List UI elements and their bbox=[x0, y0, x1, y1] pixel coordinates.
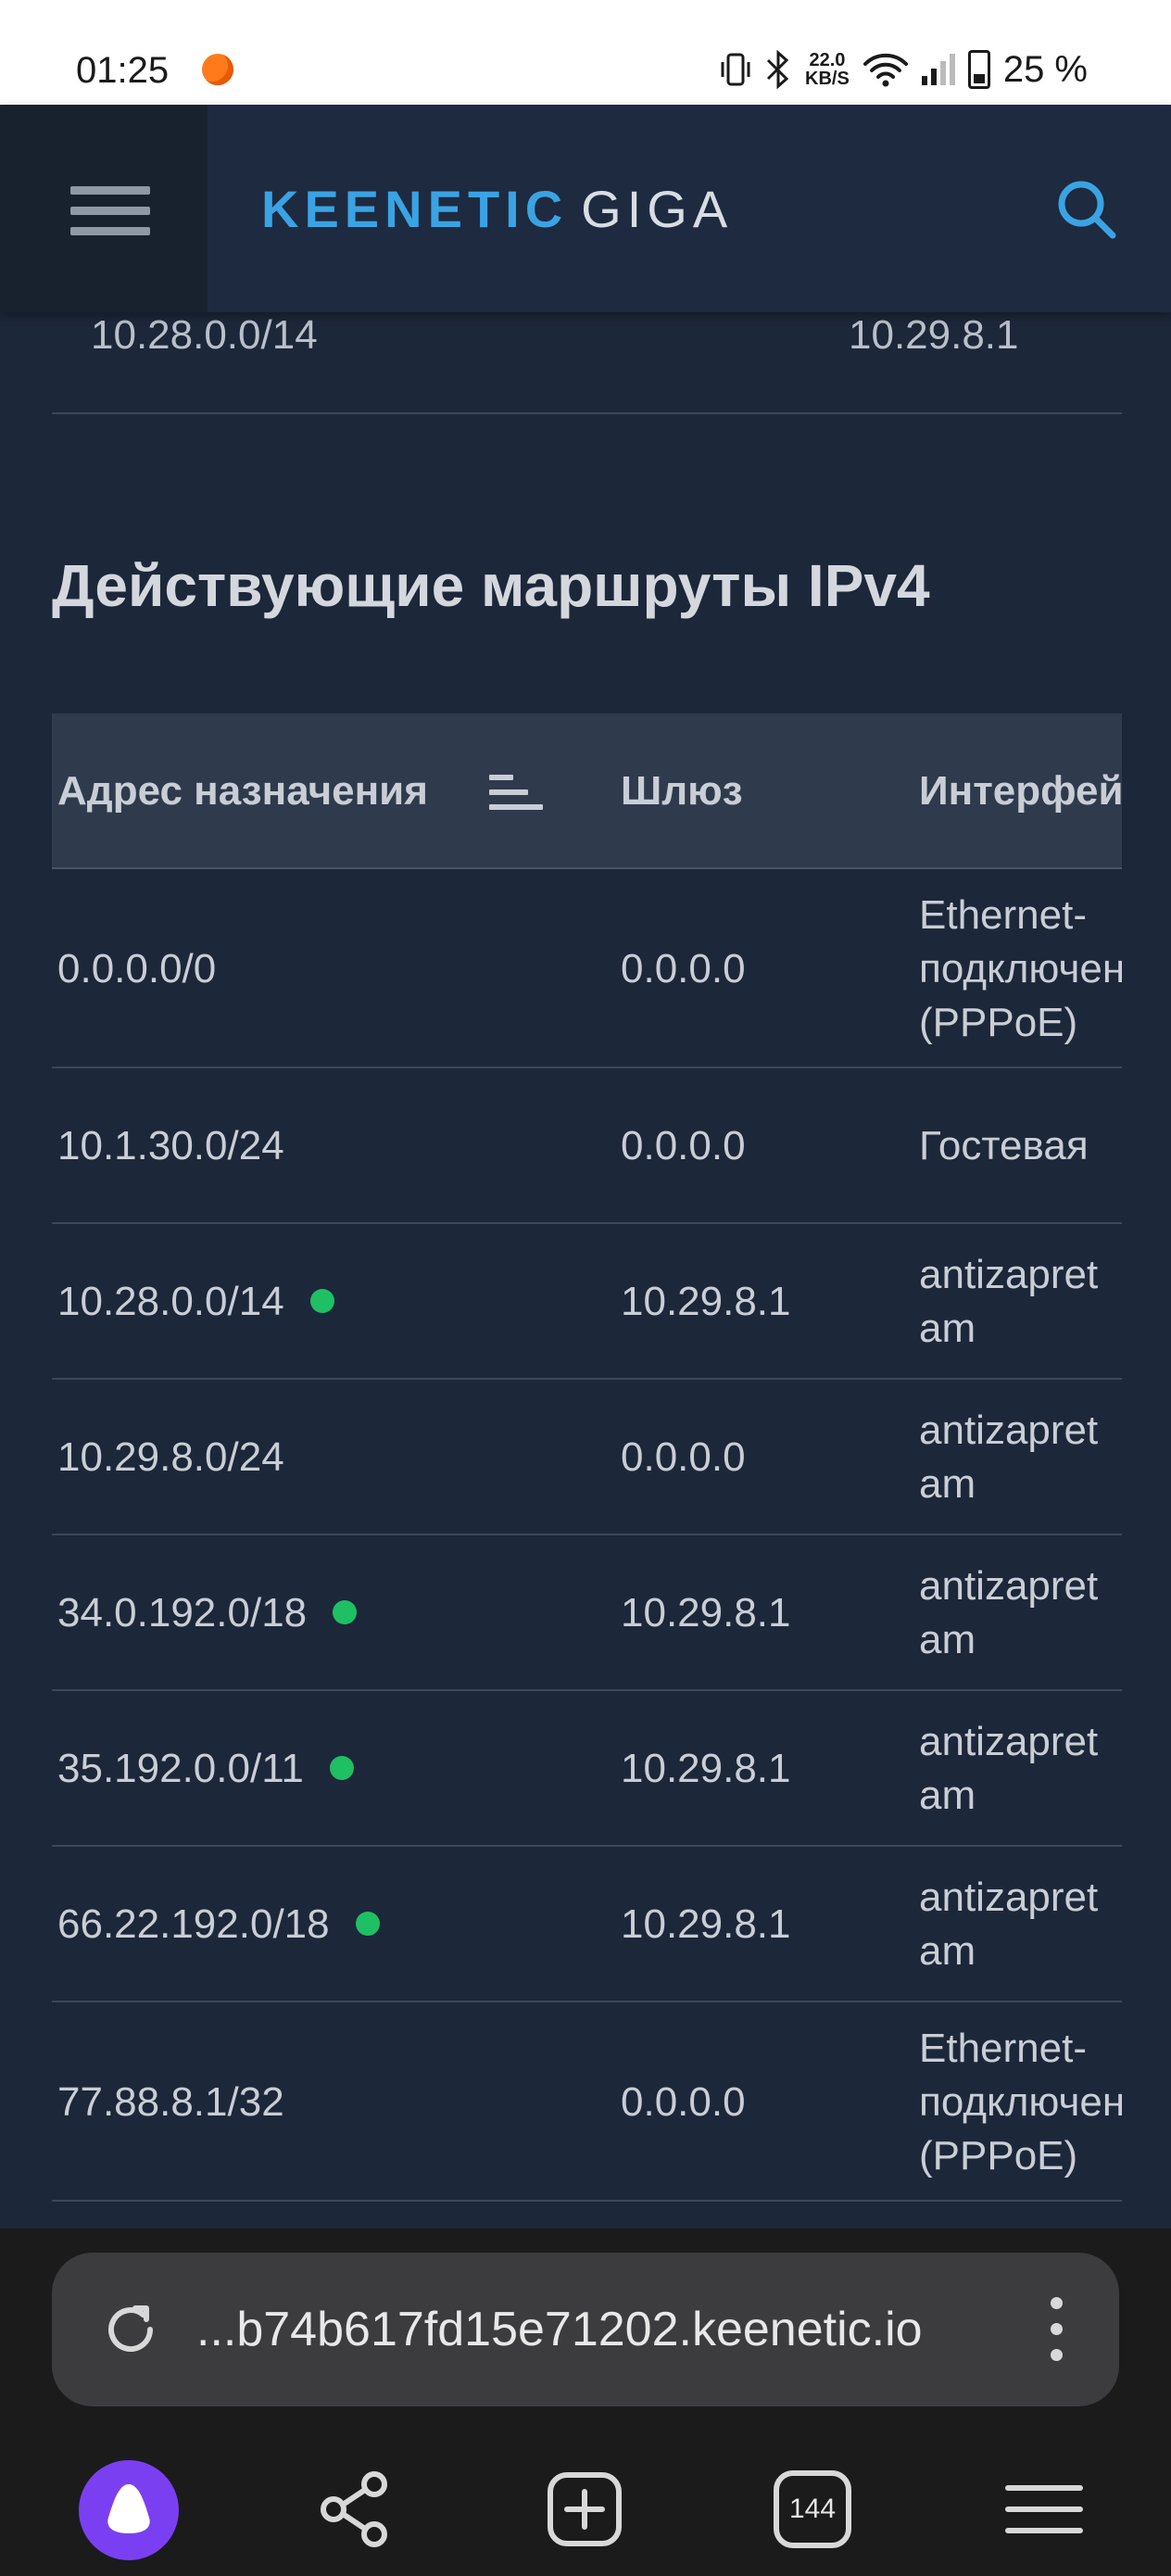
browser-nav: 144 bbox=[0, 2460, 1171, 2571]
route-interface: antizapret am bbox=[919, 1875, 1099, 1974]
table-row[interactable]: 10.28.0.0/14 10.29.8.1 antizapret am bbox=[52, 1224, 1122, 1380]
share-icon[interactable] bbox=[313, 2468, 397, 2551]
column-header-interface[interactable]: Интерфейс bbox=[919, 713, 1122, 869]
brand-model: GIGA bbox=[581, 180, 734, 238]
table-row[interactable]: 66.22.192.0/18 10.29.8.1 antizapret am bbox=[52, 1847, 1122, 2002]
route-destination: 0.0.0.0/0 bbox=[57, 945, 217, 991]
notification-app-icon bbox=[202, 54, 233, 85]
new-tab-icon[interactable] bbox=[543, 2468, 626, 2551]
brand-logo[interactable]: KEENETIC GIGA bbox=[261, 179, 733, 239]
route-interface: antizapret am bbox=[919, 1719, 1099, 1818]
route-gateway: 0.0.0.0 bbox=[621, 1123, 746, 1168]
table-row: 10.28.0.0/14 10.29.8.1 bbox=[52, 312, 1122, 414]
menu-button[interactable] bbox=[0, 105, 208, 312]
table-header: Адрес назначения Шлюз Интерфейс bbox=[52, 713, 1122, 869]
route-destination: 35.192.0.0/11 bbox=[57, 1742, 354, 1796]
route-destination: 10.28.0.0/14 bbox=[57, 1275, 334, 1329]
route-destination: 77.88.8.1/32 bbox=[57, 2078, 284, 2125]
table-row[interactable]: 77.88.8.1/32 0.0.0.0 Ethernet-подключение(… bbox=[52, 2002, 1122, 2202]
url-text[interactable]: ...b74b617fd15e71202.keenetic.io bbox=[196, 2253, 923, 2406]
active-route-indicator bbox=[355, 1912, 380, 1936]
route-gateway: 10.29.8.1 bbox=[621, 1746, 791, 1791]
page-section-title: Действующие маршруты IPv4 bbox=[52, 552, 930, 619]
route-interface: Ethernet-подключение(PPPoE) bbox=[919, 891, 1122, 1045]
bluetooth-icon bbox=[766, 50, 789, 89]
active-route-indicator bbox=[333, 1600, 358, 1624]
routes-table: Адрес назначения Шлюз Интерфейс 0.0.0.0/… bbox=[52, 713, 1122, 2205]
route-gateway: 0.0.0.0 bbox=[621, 2078, 746, 2125]
status-time: 01:25 bbox=[76, 50, 170, 91]
route-destination: 34.0.192.0/18 bbox=[57, 1586, 358, 1640]
app-header: KEENETIC GIGA bbox=[0, 105, 1171, 312]
route-destination: 10.29.8.0/24 bbox=[57, 1434, 284, 1480]
table-row[interactable]: 0.0.0.0/0 0.0.0.0 Ethernet-подключение(PPP… bbox=[52, 869, 1122, 1068]
battery-level: 25 % bbox=[1002, 48, 1088, 90]
table-body: 0.0.0.0/0 0.0.0.0 Ethernet-подключение(PPP… bbox=[52, 869, 1122, 2202]
route-destination: 10.28.0.0/14 bbox=[91, 312, 318, 358]
route-interface: antizapret am bbox=[919, 1252, 1099, 1351]
route-gateway: 10.29.8.1 bbox=[621, 1590, 791, 1635]
route-interface: antizapret am bbox=[919, 1563, 1099, 1662]
alice-assistant-icon[interactable] bbox=[79, 2460, 179, 2560]
tabs-button[interactable]: 144 bbox=[771, 2468, 854, 2551]
route-gateway: 10.29.8.1 bbox=[849, 312, 1019, 358]
route-destination: 66.22.192.0/18 bbox=[57, 1898, 380, 1951]
reload-icon[interactable] bbox=[100, 2299, 161, 2360]
wifi-icon bbox=[863, 53, 908, 87]
network-speed: 22.0 KB/S bbox=[805, 50, 850, 89]
route-interface: Ethernet-подключение(PPPoE) bbox=[919, 2025, 1122, 2178]
hamburger-icon bbox=[70, 186, 150, 195]
tabs-count: 144 bbox=[788, 2494, 837, 2524]
sort-icon[interactable] bbox=[489, 775, 543, 812]
status-bar: 01:25 22.0 KB/S 25 % bbox=[0, 0, 1171, 105]
search-icon[interactable] bbox=[1054, 177, 1119, 242]
active-route-indicator bbox=[329, 1756, 354, 1780]
browser-toolbar: ...b74b617fd15e71202.keenetic.io 144 bbox=[0, 2229, 1171, 2576]
table-row[interactable]: 10.1.30.0/24 0.0.0.0 Гостевая bbox=[52, 1068, 1122, 1224]
route-gateway: 0.0.0.0 bbox=[621, 1434, 746, 1480]
more-vertical-icon[interactable] bbox=[1049, 2297, 1064, 2362]
active-route-indicator bbox=[309, 1289, 334, 1313]
battery-icon bbox=[967, 50, 990, 89]
route-gateway: 0.0.0.0 bbox=[621, 945, 746, 991]
route-interface: Гостевая bbox=[919, 1123, 1089, 1168]
column-header-gateway[interactable]: Шлюз bbox=[621, 713, 743, 869]
table-row[interactable]: 10.29.8.0/24 0.0.0.0 antizapret am bbox=[52, 1380, 1122, 1535]
route-gateway: 10.29.8.1 bbox=[621, 1279, 791, 1324]
cell-signal-icon bbox=[921, 54, 955, 85]
status-icons: 22.0 KB/S 25 % bbox=[720, 46, 1088, 93]
route-destination: 10.1.30.0/24 bbox=[57, 1123, 284, 1168]
address-bar[interactable]: ...b74b617fd15e71202.keenetic.io bbox=[52, 2253, 1119, 2406]
route-interface: antizapret am bbox=[919, 1408, 1099, 1507]
table-row[interactable]: 35.192.0.0/11 10.29.8.1 antizapret am bbox=[52, 1691, 1122, 1847]
vibrate-icon bbox=[721, 53, 750, 86]
brand-primary: KEENETIC bbox=[261, 180, 569, 238]
route-gateway: 10.29.8.1 bbox=[621, 1901, 791, 1947]
column-header-destination[interactable]: Адрес назначения bbox=[57, 713, 428, 869]
browser-menu-icon[interactable] bbox=[1002, 2468, 1086, 2551]
table-row[interactable]: 34.0.192.0/18 10.29.8.1 antizapret am bbox=[52, 1535, 1122, 1691]
